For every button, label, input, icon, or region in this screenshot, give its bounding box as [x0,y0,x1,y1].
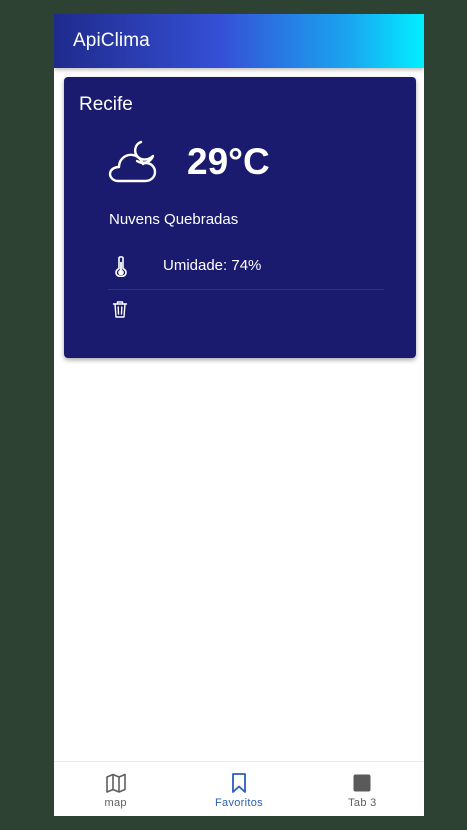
trash-icon[interactable] [112,300,128,318]
humidity-row: Umidade: 74% [108,249,384,290]
cloud-moon-icon [108,140,157,183]
thermometer-icon [115,256,127,277]
app-title: ApiClima [73,30,150,51]
square-icon [353,774,371,792]
app-window: ApiClima Recife 29°C Nuvens Quebradas Um… [54,14,424,816]
bookmark-icon [232,773,246,793]
tab-tab3[interactable]: Tab 3 [301,762,424,816]
tab-favoritos-label: Favoritos [215,797,263,809]
tab-map[interactable]: map [54,762,177,816]
map-icon [105,773,126,793]
tab-favoritos[interactable]: Favoritos [177,762,300,816]
tab-bar: map Favoritos Tab 3 [54,761,424,816]
favorites-content: Recife 29°C Nuvens Quebradas Umidade: 74… [54,68,424,762]
humidity-label: Umidade: 74% [163,257,262,274]
tab-tab3-label: Tab 3 [348,797,377,809]
tab-map-label: map [104,797,127,809]
temperature: 29°C [187,141,270,182]
weather-description: Nuvens Quebradas [109,211,239,228]
city-name: Recife [79,94,133,115]
app-header: ApiClima [54,14,424,68]
weather-card: Recife 29°C Nuvens Quebradas Umidade: 74… [64,77,416,358]
